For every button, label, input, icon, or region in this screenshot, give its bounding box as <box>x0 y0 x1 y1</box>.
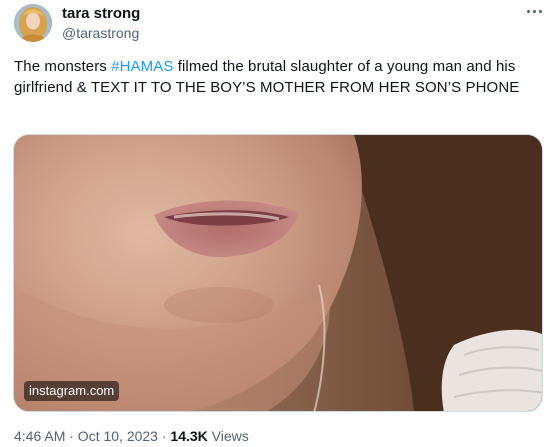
tweet-text: The monsters #HAMAS filmed the brutal sl… <box>14 56 534 98</box>
more-dot <box>538 9 542 13</box>
author-name[interactable]: tara strong <box>62 5 140 23</box>
author-handle[interactable]: @tarastrong <box>62 24 139 42</box>
media-photo <box>14 135 542 411</box>
tweet-meta: 4:46 AM · Oct 10, 2023 · 14.3K Views <box>14 427 249 445</box>
timestamp[interactable]: 4:46 AM · Oct 10, 2023 · <box>14 428 170 444</box>
avatar[interactable] <box>14 4 52 42</box>
views-label[interactable]: Views <box>208 428 249 444</box>
tweet-media[interactable]: instagram.com <box>13 134 543 412</box>
more-dot <box>526 9 530 13</box>
views-count[interactable]: 14.3K <box>170 428 207 444</box>
hashtag-link[interactable]: #HAMAS <box>111 58 173 75</box>
media-watermark: instagram.com <box>24 381 120 401</box>
tweet-text-start: The monsters <box>14 58 112 75</box>
tweet-card: tara strong @tarastrong The monsters #HA… <box>0 0 552 447</box>
more-horizontal-icon[interactable] <box>522 2 546 20</box>
more-dot <box>532 9 536 13</box>
